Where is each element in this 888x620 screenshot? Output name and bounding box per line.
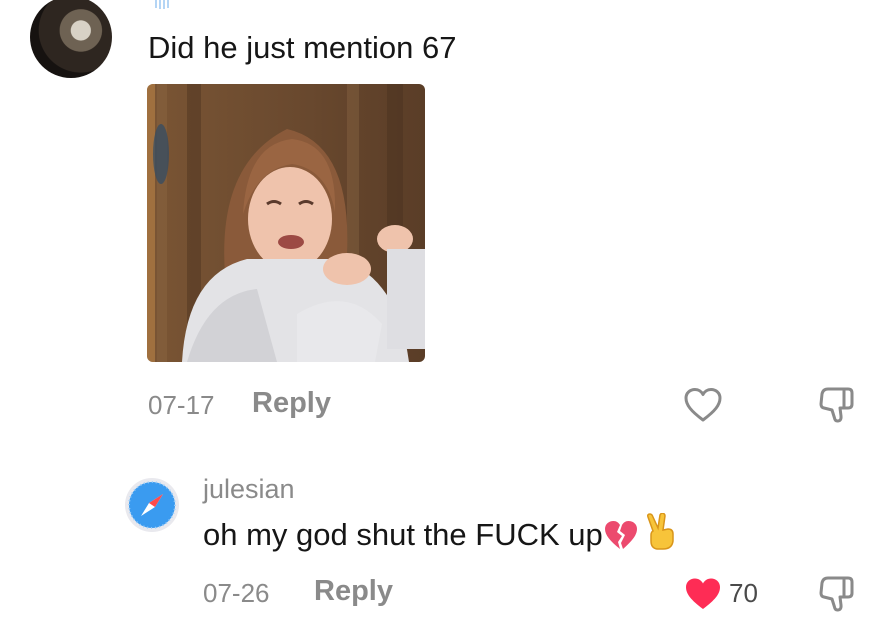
jellyfish-emoji-icon bbox=[155, 0, 169, 9]
commenter-avatar[interactable] bbox=[30, 0, 112, 78]
victory-hand-icon bbox=[646, 513, 674, 550]
comment-attachment-image[interactable] bbox=[147, 84, 425, 362]
reply-reply-button[interactable]: Reply bbox=[314, 575, 393, 608]
safari-compass-icon bbox=[125, 478, 179, 532]
reply-text: oh my god shut the FUCK up bbox=[203, 517, 603, 552]
heart-outline-icon bbox=[684, 388, 722, 422]
reply-date: 07-26 bbox=[203, 578, 270, 608]
reply-like-count: 70 bbox=[729, 578, 758, 608]
reply-avatar[interactable] bbox=[124, 477, 180, 533]
reply-dislike-button[interactable] bbox=[816, 573, 858, 615]
comment-date: 07-17 bbox=[148, 390, 215, 420]
reply-like-button[interactable] bbox=[682, 573, 724, 615]
reply-username[interactable]: julesian bbox=[203, 474, 295, 505]
dislike-button[interactable] bbox=[816, 384, 858, 426]
heart-filled-icon bbox=[686, 578, 720, 609]
thumbs-down-icon bbox=[819, 576, 854, 612]
reply-text-line: oh my god shut the FUCK up bbox=[203, 513, 679, 553]
thumbs-down-icon bbox=[819, 387, 854, 423]
comment-reply-button[interactable]: Reply bbox=[252, 387, 331, 420]
broken-heart-icon bbox=[604, 521, 637, 549]
like-button[interactable] bbox=[682, 384, 724, 426]
comment-thread: Did he just mention 67 07-17 Reply jules… bbox=[0, 0, 888, 620]
comment-text: Did he just mention 67 bbox=[148, 30, 457, 65]
